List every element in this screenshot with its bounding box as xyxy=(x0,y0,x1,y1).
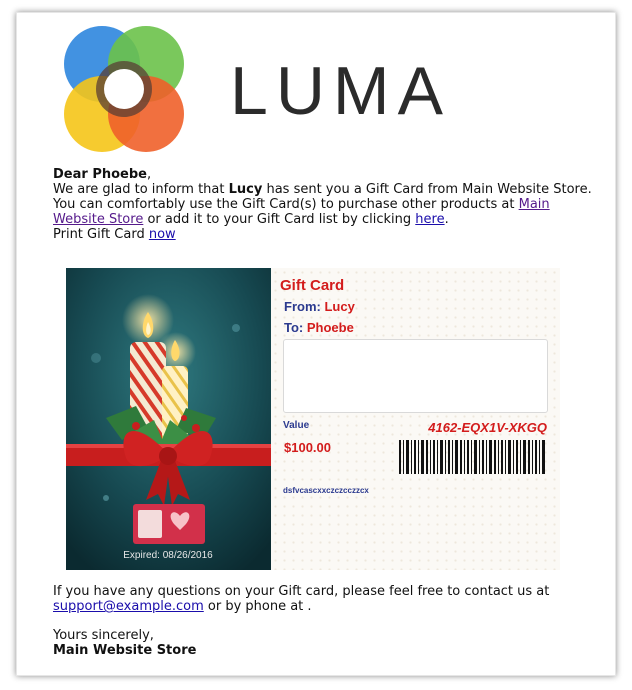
usage-text: You can comfortably use the Gift Card(s)… xyxy=(53,197,519,212)
value-label: Value xyxy=(283,420,310,431)
greeting: Dear Phoebe, xyxy=(53,167,593,182)
print-now-link[interactable]: now xyxy=(149,227,176,242)
expired-label: Expired: 08/26/2016 xyxy=(123,550,213,561)
contact-text: If you have any questions on your Gift c… xyxy=(53,584,550,599)
usage-line: You can comfortably use the Gift Card(s)… xyxy=(53,197,593,227)
gift-card-note: dsfvcascxxczczcczzcx xyxy=(283,486,369,495)
from-label: From: xyxy=(284,299,321,314)
greeting-suffix: , xyxy=(146,167,152,182)
print-line: Print Gift Card now xyxy=(53,227,593,242)
store-signature: Main Website Store xyxy=(53,643,196,658)
gift-card-code: 4162-EQX1V-XKGQ xyxy=(428,420,547,435)
gift-card: Expired: 08/26/2016 Gift Card From: Lucy… xyxy=(66,268,560,570)
contact-text-end: or by phone at . xyxy=(203,599,312,614)
usage-text-middle: or add it to your Gift Card list by clic… xyxy=(143,212,416,227)
intro-text-end: has sent you a Gift Card from Main Websi… xyxy=(262,182,592,197)
greeting-prefix: Dear xyxy=(53,167,93,182)
print-text: Print Gift Card xyxy=(53,227,149,242)
gift-card-details: Gift Card From: Lucy To: Phoebe Value 41… xyxy=(271,268,560,570)
barcode xyxy=(399,440,545,474)
to-label: To: xyxy=(284,320,304,335)
sender-name: Lucy xyxy=(228,182,263,197)
gift-card-title: Gift Card xyxy=(280,277,345,294)
here-link[interactable]: here xyxy=(415,212,444,227)
to-value: Phoebe xyxy=(306,320,354,335)
usage-text-end: . xyxy=(444,212,449,227)
luma-logo: LUMA xyxy=(64,26,451,152)
support-email-link[interactable]: support@example.com xyxy=(53,599,204,614)
intro-text: We are glad to inform that xyxy=(53,182,229,197)
gift-card-to: To: Phoebe xyxy=(284,320,354,335)
recipient-name: Phoebe xyxy=(92,167,147,182)
from-value: Lucy xyxy=(324,299,355,314)
gift-card-image: Expired: 08/26/2016 xyxy=(66,268,271,570)
closing-text: Yours sincerely, xyxy=(53,628,154,643)
brand-name: LUMA xyxy=(230,53,451,129)
gift-card-from: From: Lucy xyxy=(284,299,355,314)
gift-card-value: $100.00 xyxy=(284,440,331,455)
gift-message-box xyxy=(283,339,548,413)
intro-line: We are glad to inform that Lucy has sent… xyxy=(53,182,593,197)
contact-paragraph: If you have any questions on your Gift c… xyxy=(53,584,593,614)
signature-block: Yours sincerely, Main Website Store xyxy=(53,628,196,658)
email-body: Dear Phoebe, We are glad to inform that … xyxy=(53,167,593,242)
signature-name: Main Website Store xyxy=(53,643,197,658)
